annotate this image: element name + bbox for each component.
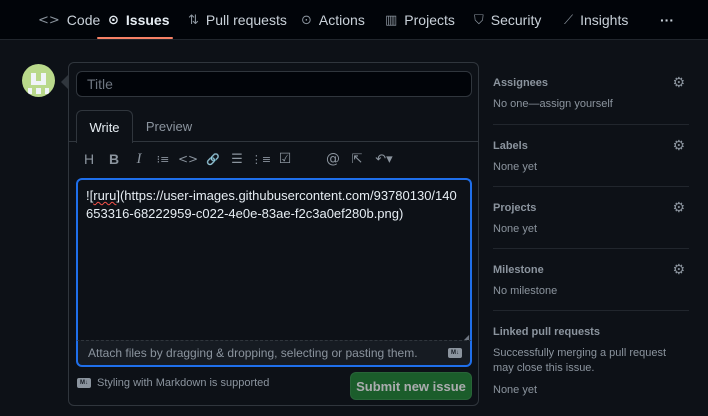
sidebar-heading: Labels bbox=[493, 140, 528, 152]
ordered-list-icon[interactable]: ⋮≡ bbox=[251, 149, 271, 169]
tab-preview[interactable]: Preview bbox=[140, 110, 198, 142]
tab-label: Pull requests bbox=[205, 12, 287, 28]
sidebar-assignees: Assignees No one—assign yourself ⚙ bbox=[493, 75, 689, 117]
tab-projects[interactable]: ▥ Projects bbox=[385, 0, 455, 40]
reply-icon[interactable]: ↶▾ bbox=[371, 149, 397, 169]
sidebar-extra-value: None yet bbox=[493, 384, 538, 396]
tab-label: Actions bbox=[318, 12, 365, 28]
markdown-support-note[interactable]: M↓ Styling with Markdown is supported bbox=[77, 377, 269, 389]
sidebar-divider bbox=[493, 186, 689, 187]
bold-icon[interactable]: B bbox=[107, 149, 121, 169]
gear-icon[interactable]: ⚙ bbox=[672, 75, 685, 91]
gear-icon[interactable]: ⚙ bbox=[672, 200, 685, 216]
sidebar-divider bbox=[493, 310, 689, 311]
sidebar-value[interactable]: No one—assign yourself bbox=[493, 97, 689, 112]
code-icon[interactable]: <> bbox=[178, 149, 198, 169]
tab-code[interactable]: <> Code bbox=[38, 0, 100, 40]
sidebar-divider bbox=[493, 124, 689, 125]
sidebar-labels: Labels None yet ⚙ bbox=[493, 138, 689, 180]
sidebar-value: None yet bbox=[493, 223, 538, 235]
sidebar-heading: Milestone bbox=[493, 264, 544, 276]
sidebar-projects: Projects None yet ⚙ bbox=[493, 200, 689, 242]
quote-icon[interactable]: ⁝≡ bbox=[154, 149, 172, 169]
git-pull-request-icon: ⇅ bbox=[188, 12, 199, 28]
sidebar-divider bbox=[493, 248, 689, 249]
markdown-icon: M↓ bbox=[77, 378, 91, 388]
sidebar-heading: Projects bbox=[493, 202, 537, 214]
issue-opened-icon: ⊙ bbox=[108, 12, 119, 28]
body-text: ](https://user-images.githubusercontent.… bbox=[86, 188, 457, 221]
submit-new-issue-button[interactable]: Submit new issue bbox=[350, 372, 472, 400]
attach-hint: Attach files by dragging & dropping, sel… bbox=[88, 346, 418, 360]
repo-nav: <> Code ⊙ Issues ⇅ Pull requests ⊙ Actio… bbox=[0, 0, 708, 40]
sidebar-linked-pull-requests: Linked pull requests Successfully mergin… bbox=[493, 326, 689, 396]
body-misspelled-word: ruru bbox=[93, 188, 117, 203]
code-icon: <> bbox=[38, 12, 60, 28]
kebab-horizontal-icon: ··· bbox=[660, 12, 674, 28]
italic-icon[interactable]: I bbox=[132, 149, 146, 169]
mention-icon[interactable]: @ bbox=[324, 149, 342, 169]
tab-label: Code bbox=[66, 12, 101, 28]
tab-label: Security bbox=[490, 12, 542, 28]
tab-write[interactable]: Write bbox=[76, 110, 133, 143]
gear-icon[interactable]: ⚙ bbox=[672, 138, 685, 154]
graph-icon: ⟋ bbox=[564, 12, 574, 28]
more-tabs-button[interactable]: ··· bbox=[660, 0, 674, 40]
markdown-toolbar: H B I ⁝≡ <> 🔗 ☰ ⋮≡ ☑ @ ⇱ ↶▾ bbox=[80, 149, 410, 169]
sidebar-value: Successfully merging a pull request may … bbox=[493, 347, 667, 374]
table-icon: ▥ bbox=[385, 12, 398, 28]
link-icon[interactable]: 🔗 bbox=[205, 149, 221, 169]
tab-security[interactable]: ⛉ Security bbox=[474, 0, 541, 40]
tab-issues[interactable]: ⊙ Issues bbox=[108, 0, 170, 40]
tab-insights[interactable]: ⟋ Insights bbox=[564, 0, 628, 40]
issue-body-textarea[interactable]: ![ruru](https://user-images.githubuserco… bbox=[76, 178, 472, 340]
sidebar-value: None yet bbox=[493, 161, 538, 173]
unordered-list-icon[interactable]: ☰ bbox=[228, 149, 246, 169]
sidebar-heading: Linked pull requests bbox=[493, 326, 600, 338]
tab-label: Insights bbox=[580, 12, 629, 28]
markdown-icon[interactable]: M↓ bbox=[448, 348, 462, 358]
title-input[interactable] bbox=[76, 71, 472, 97]
sidebar-milestone: Milestone No milestone ⚙ bbox=[493, 262, 689, 304]
gear-icon[interactable]: ⚙ bbox=[672, 262, 685, 278]
cross-reference-icon[interactable]: ⇱ bbox=[348, 149, 366, 169]
active-tab-indicator bbox=[97, 37, 173, 39]
tab-actions[interactable]: ⊙ Actions bbox=[301, 0, 365, 40]
heading-icon[interactable]: H bbox=[82, 149, 96, 169]
tab-pull-requests[interactable]: ⇅ Pull requests bbox=[188, 0, 287, 40]
tab-label: Issues bbox=[125, 12, 170, 28]
sidebar-heading: Assignees bbox=[493, 77, 549, 89]
avatar[interactable] bbox=[22, 64, 55, 97]
file-attachment-dropzone[interactable]: Attach files by dragging & dropping, sel… bbox=[76, 340, 472, 367]
tab-label: Projects bbox=[404, 12, 455, 28]
markdown-note-text: Styling with Markdown is supported bbox=[97, 377, 270, 389]
tasklist-icon[interactable]: ☑ bbox=[276, 149, 294, 169]
sidebar-value: No milestone bbox=[493, 285, 558, 297]
shield-icon: ⛉ bbox=[474, 12, 484, 28]
play-icon: ⊙ bbox=[301, 12, 312, 28]
